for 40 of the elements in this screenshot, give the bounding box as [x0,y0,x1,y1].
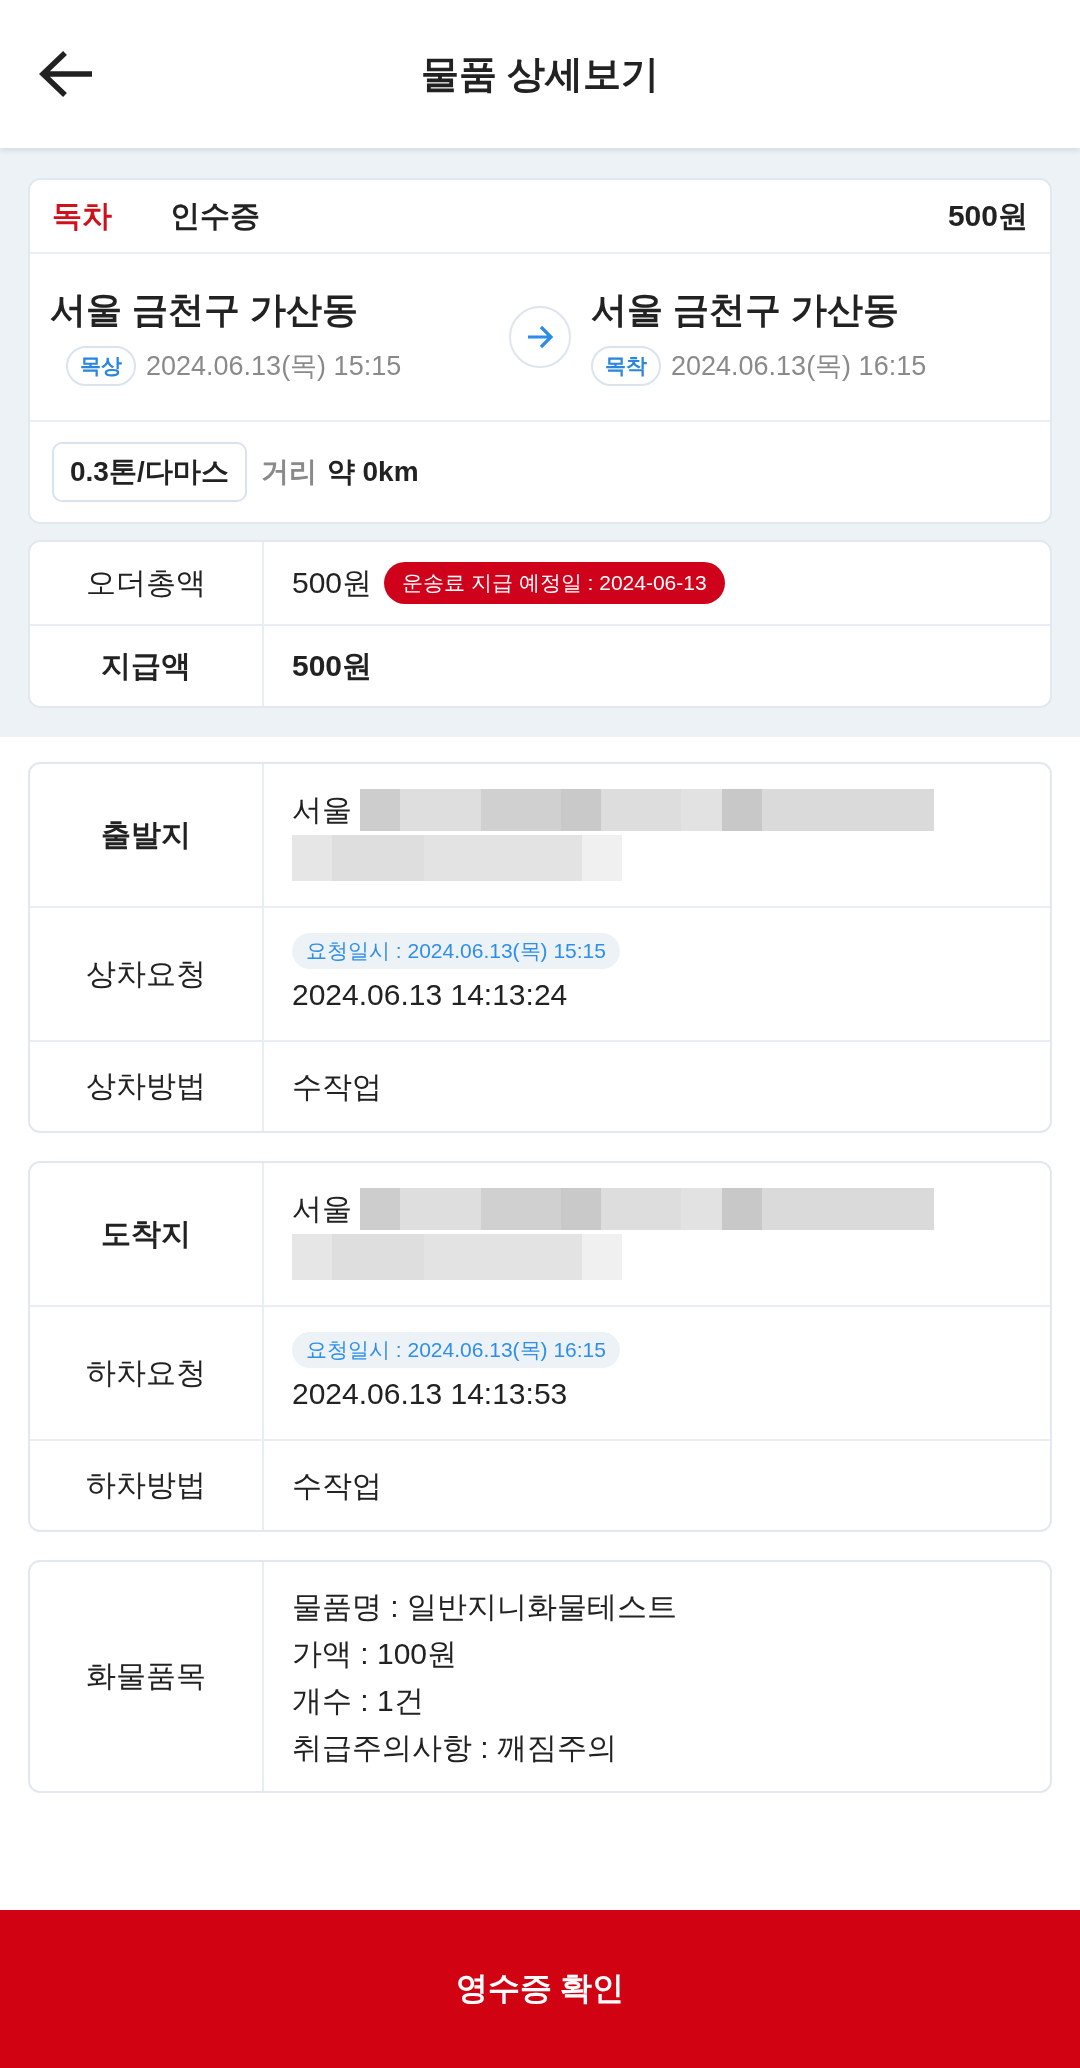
cargo-detail-text: 개수 : 1건 [292,1682,424,1719]
row-label: 하차요청 [86,1354,206,1391]
distance-value: 약 0km [326,455,419,489]
row-label: 오더총액 [86,564,206,601]
address-text: 서울 [292,792,352,828]
receipt-button[interactable]: 영수증 확인 [0,1910,1080,2068]
value-text: 수작업 [292,1068,382,1105]
payment-date-badge: 운송료 지급 예정일 : 2024-06-13 [384,562,725,604]
schedule-tag: 목상 [66,346,136,386]
place-name: 서울 금천구 가산동 [591,288,900,332]
place-name: 서울 금천구 가산동 [50,288,359,332]
cargo-detail-text: 물품명 : 일반지니화물테스트 [292,1588,677,1625]
row-label: 상차방법 [86,1068,206,1104]
address-text: 서울 [292,1191,352,1227]
price-text: 500원 [947,197,1028,234]
schedule-tag: 목착 [591,346,661,386]
row-label: 출발지 [101,816,191,853]
row-label: 도착지 [101,1215,191,1252]
datetime-text: 2024.06.13 14:13:24 [292,977,568,1013]
row-label: 지급액 [101,647,191,684]
amount-text: 500원 [292,565,373,601]
datetime-text: 2024.06.13(목) 16:15 [671,350,927,383]
vehicle-tag: 0.3톤/다마스 [52,442,247,502]
back-button[interactable] [38,50,94,98]
datetime-text: 2024.06.13(목) 15:15 [146,350,402,383]
service-type-label: 독차 [52,197,113,234]
request-time-badge: 요청일시 : 2024.06.13(목) 16:15 [292,1332,620,1368]
row-label: 화물품목 [86,1658,206,1694]
value-text: 수작업 [292,1467,382,1504]
distance-label: 거리 [260,455,317,489]
row-label: 상차요청 [86,955,206,992]
cargo-detail-text: 취급주의사항 : 깨짐주의 [292,1729,617,1766]
row-label: 하차방법 [86,1467,206,1503]
document-type-label: 인수증 [170,197,260,234]
page-title: 물품 상세보기 [420,51,660,97]
cargo-detail-text: 가액 : 100원 [292,1635,458,1672]
amount-text: 500원 [292,648,373,684]
back-arrow-icon [38,50,94,98]
request-time-badge: 요청일시 : 2024.06.13(목) 15:15 [292,933,620,969]
datetime-text: 2024.06.13 14:13:53 [292,1376,568,1412]
